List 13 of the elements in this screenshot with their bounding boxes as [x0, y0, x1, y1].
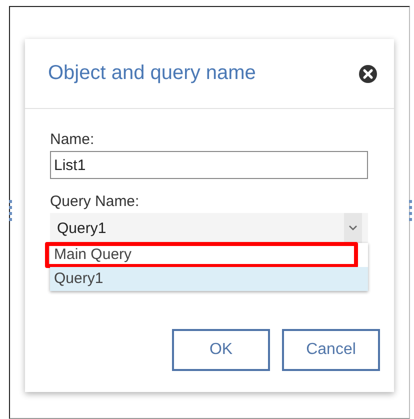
drag-handle[interactable]: [9, 200, 12, 222]
dropdown-option[interactable]: Main Query: [50, 243, 368, 267]
field-label: Query Name:: [50, 193, 140, 210]
dialog-button[interactable]: OK: [172, 329, 270, 371]
dialog-title: Object and query name: [48, 62, 256, 85]
dropdown-option[interactable]: Query1: [50, 267, 368, 291]
field-label: Name:: [50, 131, 96, 148]
chevron-icon: [348, 225, 358, 231]
close-icon[interactable]: [359, 64, 377, 82]
dialog-button[interactable]: Cancel: [282, 329, 380, 371]
query-dropdown[interactable]: Query1: [50, 213, 368, 243]
drag-handle[interactable]: [409, 200, 412, 222]
name-field[interactable]: List1: [50, 151, 368, 179]
